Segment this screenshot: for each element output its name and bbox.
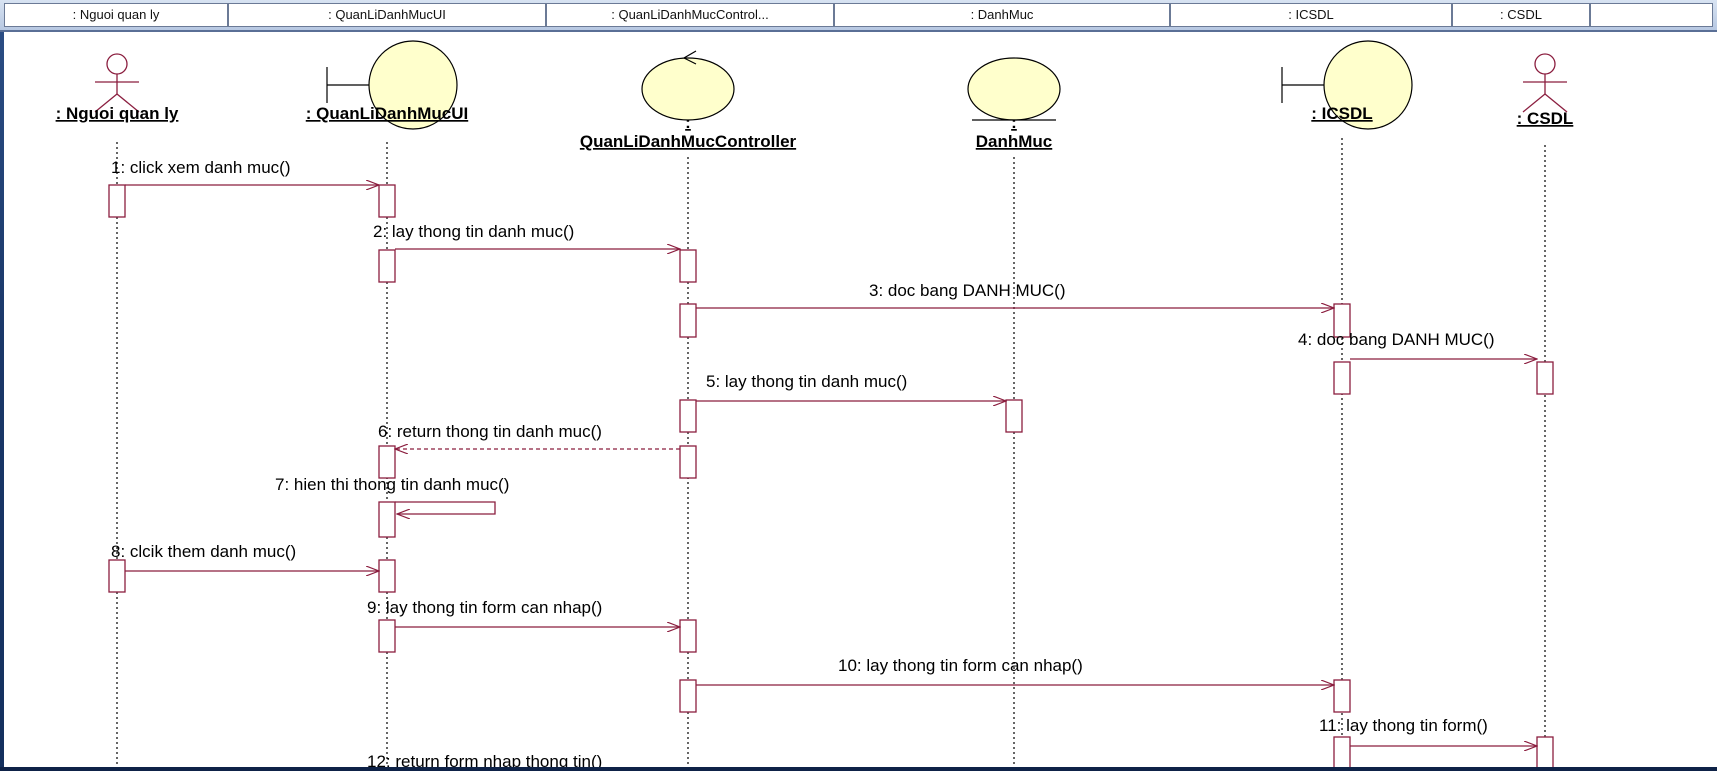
activation-bar bbox=[679, 619, 697, 653]
activation-bar bbox=[378, 559, 396, 593]
lifeline-label-2: : bbox=[685, 113, 691, 132]
lifeline-label-5: : CSDL bbox=[1517, 109, 1574, 128]
header-cell-empty bbox=[1590, 3, 1713, 27]
activation-bar bbox=[1536, 736, 1554, 771]
lifeline-head-3 bbox=[967, 57, 1061, 121]
activation-bar bbox=[378, 445, 396, 479]
activation-bar bbox=[378, 619, 396, 653]
activation-bar bbox=[679, 399, 697, 433]
header-cell-icsdl[interactable]: : ICSDL bbox=[1170, 3, 1452, 27]
message-6: 6: return thong tin danh muc() bbox=[378, 422, 680, 449]
lifeline-label-3: DanhMuc bbox=[976, 132, 1053, 151]
diagram-canvas: : Nguoi quan ly: QuanLiDanhMucUI: QuanLiD… bbox=[4, 32, 1717, 771]
activation-bar bbox=[378, 184, 396, 218]
message-label: 6: return thong tin danh muc() bbox=[378, 422, 602, 441]
activation-bar bbox=[1536, 361, 1554, 395]
sequence-diagram: : Nguoi quan ly: QuanLiDanhMucUI:QuanLiD… bbox=[56, 40, 1574, 771]
control-icon bbox=[641, 57, 735, 121]
message-label: 1: click xem danh muc() bbox=[111, 158, 291, 177]
message-label: 4: doc bang DANH MUC() bbox=[1298, 330, 1495, 349]
message-9: 9: lay thong tin form can nhap() bbox=[367, 598, 680, 627]
message-label: 7: hien thi thong tin danh muc() bbox=[275, 475, 509, 494]
message-1: 1: click xem danh muc() bbox=[111, 158, 379, 185]
activation-bar bbox=[679, 445, 697, 479]
header-cell-controller[interactable]: : QuanLiDanhMucControl... bbox=[546, 3, 834, 27]
header-cell-quanlidanhmucui[interactable]: : QuanLiDanhMucUI bbox=[228, 3, 546, 27]
activation-bar bbox=[1333, 736, 1351, 771]
bottom-border bbox=[0, 767, 1717, 771]
message-5: 5: lay thong tin danh muc() bbox=[696, 372, 1006, 401]
activation-bar bbox=[378, 249, 396, 283]
lifeline-label-4: : ICSDL bbox=[1311, 104, 1372, 123]
activation-bar bbox=[1005, 399, 1023, 433]
activation-bar bbox=[679, 249, 697, 283]
message-label: 3: doc bang DANH MUC() bbox=[869, 281, 1066, 300]
message-label: 8: clcik them danh muc() bbox=[111, 542, 296, 561]
message-label: 9: lay thong tin form can nhap() bbox=[367, 598, 602, 617]
message-label: 10: lay thong tin form can nhap() bbox=[838, 656, 1083, 675]
activation-bar bbox=[108, 559, 126, 593]
header-cell-csdl[interactable]: : CSDL bbox=[1452, 3, 1590, 27]
lifeline-head-5 bbox=[1522, 53, 1568, 113]
message-2: 2: lay thong tin danh muc() bbox=[373, 222, 680, 249]
activation-bar bbox=[679, 679, 697, 713]
message-3: 3: doc bang DANH MUC() bbox=[696, 281, 1334, 308]
message-label: 2: lay thong tin danh muc() bbox=[373, 222, 574, 241]
actor-icon bbox=[1534, 53, 1556, 75]
header-cell-danhmuc[interactable]: : DanhMuc bbox=[834, 3, 1170, 27]
message-11: 11: lay thong tin form() bbox=[1319, 716, 1537, 746]
activation-bar bbox=[108, 184, 126, 218]
activation-bar bbox=[1333, 679, 1351, 713]
message-10: 10: lay thong tin form can nhap() bbox=[696, 656, 1334, 685]
header-cell-nguoi-quan-ly[interactable]: : Nguoi quan ly bbox=[4, 3, 228, 27]
window-frame: : Nguoi quan ly : QuanLiDanhMucUI : Quan… bbox=[0, 0, 1717, 771]
activation-bar bbox=[679, 303, 697, 338]
actor-icon bbox=[106, 53, 128, 75]
activation-bar bbox=[378, 501, 396, 538]
message-label: 5: lay thong tin danh muc() bbox=[706, 372, 907, 391]
message-8: 8: clcik them danh muc() bbox=[111, 542, 379, 571]
message-label: 11: lay thong tin form() bbox=[1319, 716, 1488, 735]
lifeline-label-0: : Nguoi quan ly bbox=[56, 104, 179, 123]
message-4: 4: doc bang DANH MUC() bbox=[1298, 330, 1537, 359]
lifeline-head-2 bbox=[641, 50, 735, 121]
lifeline-label-1: : QuanLiDanhMucUI bbox=[306, 104, 468, 123]
lifeline-label-3: : bbox=[1011, 113, 1017, 132]
lifeline-label-2: QuanLiDanhMucController bbox=[580, 132, 797, 151]
lifeline-header-bar: : Nguoi quan ly : QuanLiDanhMucUI : Quan… bbox=[0, 0, 1717, 32]
self-message-arrow bbox=[395, 501, 496, 514]
activation-bar bbox=[1333, 361, 1351, 395]
entity-icon bbox=[967, 57, 1061, 121]
